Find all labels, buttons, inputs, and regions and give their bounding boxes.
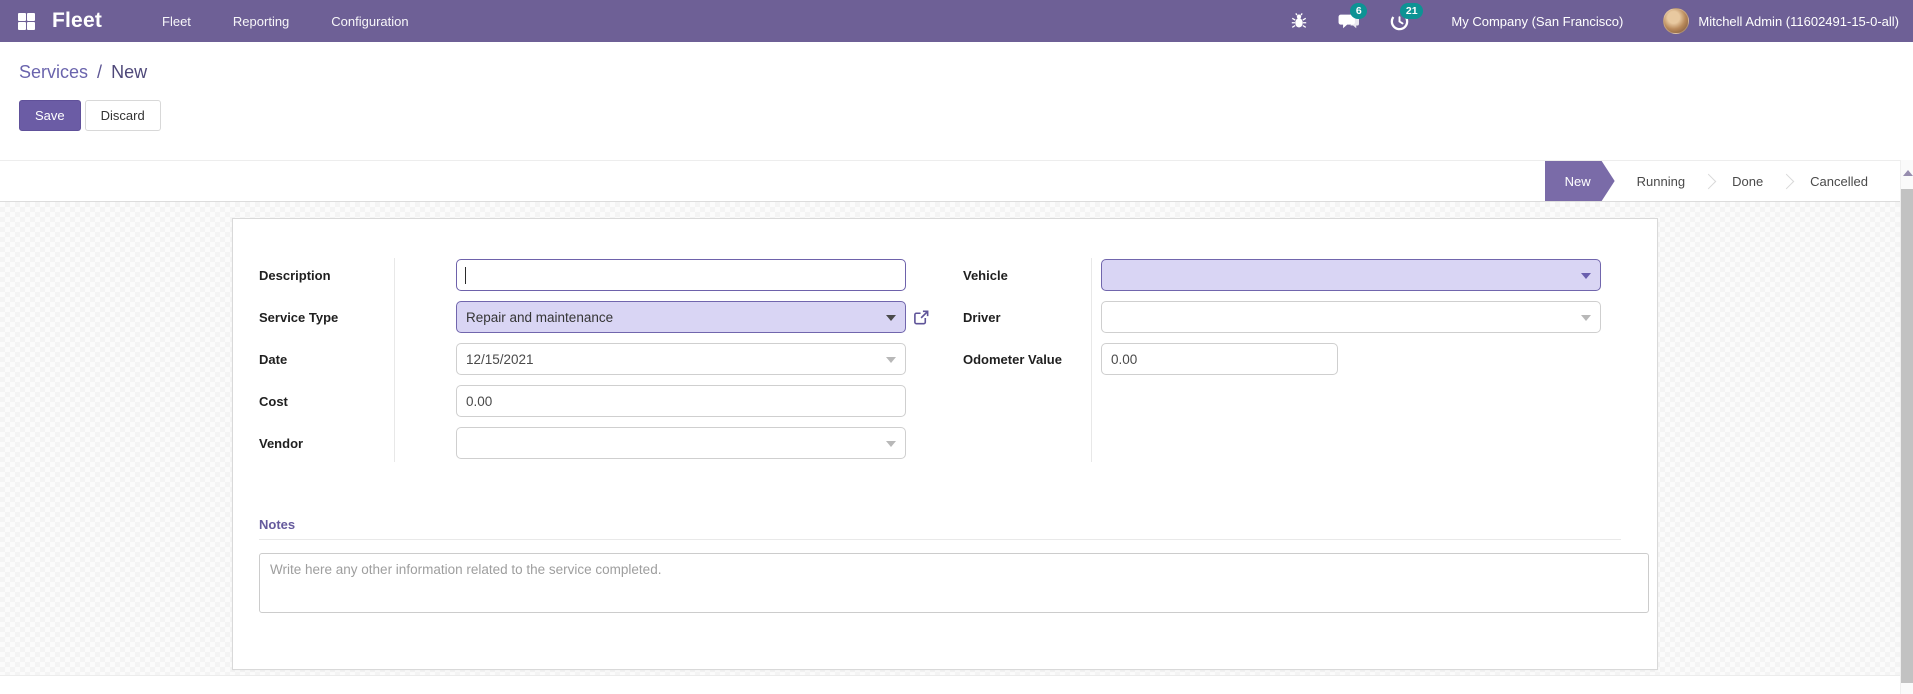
driver-field-wrap — [1101, 301, 1601, 333]
nav-item-fleet[interactable]: Fleet — [162, 14, 191, 29]
discard-button[interactable]: Discard — [84, 100, 161, 131]
field-row-driver: Driver — [963, 300, 1631, 334]
control-panel: Services / New Save Discard — [0, 42, 1913, 160]
field-row-description: Description — [259, 258, 930, 292]
stage-running[interactable]: Running — [1615, 161, 1707, 201]
form-sheet: Description Service Type Repair and main… — [232, 218, 1658, 670]
vendor-label: Vendor — [259, 435, 304, 451]
field-row-service-type: Service Type — [259, 300, 930, 334]
odometer-field-wrap — [1101, 343, 1338, 375]
cost-field-wrap — [456, 385, 906, 417]
company-switcher[interactable]: My Company (San Francisco) — [1451, 14, 1623, 29]
vertical-scrollbar[interactable] — [1900, 160, 1913, 694]
statusbar: New Running Done Cancelled — [1545, 161, 1890, 201]
field-row-date: Date — [259, 342, 930, 376]
external-link-icon[interactable] — [913, 309, 930, 326]
debug-bug-icon[interactable] — [1287, 9, 1311, 33]
messages-button[interactable]: 6 — [1337, 3, 1368, 33]
save-button[interactable]: Save — [19, 100, 81, 131]
field-row-odometer: Odometer Value — [963, 342, 1631, 376]
user-menu[interactable]: Mitchell Admin (11602491-15-0-all) — [1663, 8, 1899, 34]
field-row-cost: Cost — [259, 384, 930, 418]
driver-select[interactable] — [1101, 301, 1601, 333]
footer-strip — [0, 675, 1900, 694]
vehicle-label: Vehicle — [963, 267, 1008, 283]
notes-textarea[interactable] — [259, 553, 1649, 613]
breadcrumb-separator: / — [97, 62, 103, 82]
service-type-label: Service Type — [259, 309, 339, 325]
activities-button[interactable]: 21 — [1387, 3, 1424, 33]
notes-heading: Notes — [259, 517, 1621, 540]
form-column-left: Description Service Type Repair and main… — [259, 258, 930, 468]
nav-item-reporting[interactable]: Reporting — [233, 14, 289, 29]
date-input[interactable] — [456, 343, 906, 375]
user-avatar — [1663, 8, 1690, 34]
date-field-wrap — [456, 343, 906, 375]
service-type-select[interactable] — [456, 301, 906, 333]
vendor-select[interactable] — [456, 427, 906, 459]
nav-menu: Fleet Reporting Configuration — [162, 14, 409, 29]
odometer-value-label: Odometer Value — [963, 351, 1062, 367]
cost-input[interactable] — [456, 385, 906, 417]
odometer-input[interactable] — [1101, 343, 1338, 375]
vehicle-field-wrap — [1101, 259, 1601, 291]
content-area: Description Service Type Repair and main… — [0, 202, 1913, 675]
description-field-wrap — [456, 259, 906, 291]
apps-menu-icon[interactable] — [18, 12, 35, 30]
breadcrumb-services-link[interactable]: Services — [19, 62, 88, 82]
user-name: Mitchell Admin (11602491-15-0-all) — [1698, 13, 1899, 29]
description-label: Description — [259, 267, 331, 283]
status-band: New Running Done Cancelled — [0, 160, 1913, 202]
app-brand[interactable]: Fleet — [52, 9, 102, 33]
field-row-vehicle: Vehicle — [963, 258, 1631, 292]
breadcrumb-current: New — [111, 62, 148, 82]
stage-new-active[interactable]: New — [1545, 161, 1615, 201]
field-row-vendor: Vendor — [259, 426, 930, 460]
nav-item-configuration[interactable]: Configuration — [331, 14, 408, 29]
top-navbar: Fleet Fleet Reporting Configuration 6 21… — [0, 0, 1913, 42]
form-action-buttons: Save Discard — [19, 100, 1913, 131]
notes-section: Notes — [259, 517, 1649, 618]
form-column-right: Vehicle Driver Odometer Value 0.00 — [963, 258, 1631, 468]
navbar-right: 6 21 My Company (San Francisco) Mitchell… — [1287, 3, 1899, 34]
bug-icon — [1292, 13, 1307, 28]
text-cursor — [465, 267, 466, 284]
description-input[interactable] — [456, 259, 906, 291]
stage-cancelled[interactable]: Cancelled — [1788, 161, 1890, 201]
scrollbar-up-arrow-icon[interactable] — [1902, 166, 1913, 180]
breadcrumb: Services / New — [19, 62, 1913, 83]
vehicle-select[interactable] — [1101, 259, 1601, 291]
activities-count-badge: 21 — [1400, 3, 1424, 19]
cost-label: Cost — [259, 393, 288, 409]
stage-done[interactable]: Done — [1710, 161, 1785, 201]
form-grid: Description Service Type Repair and main… — [259, 258, 1631, 468]
scrollbar-thumb[interactable] — [1901, 189, 1913, 683]
driver-label: Driver — [963, 309, 1001, 325]
page: Fleet Fleet Reporting Configuration 6 21… — [0, 0, 1913, 694]
vendor-field-wrap — [456, 427, 906, 459]
messages-count-badge: 6 — [1350, 3, 1368, 19]
date-label: Date — [259, 351, 288, 367]
service-type-field-wrap — [456, 301, 906, 333]
